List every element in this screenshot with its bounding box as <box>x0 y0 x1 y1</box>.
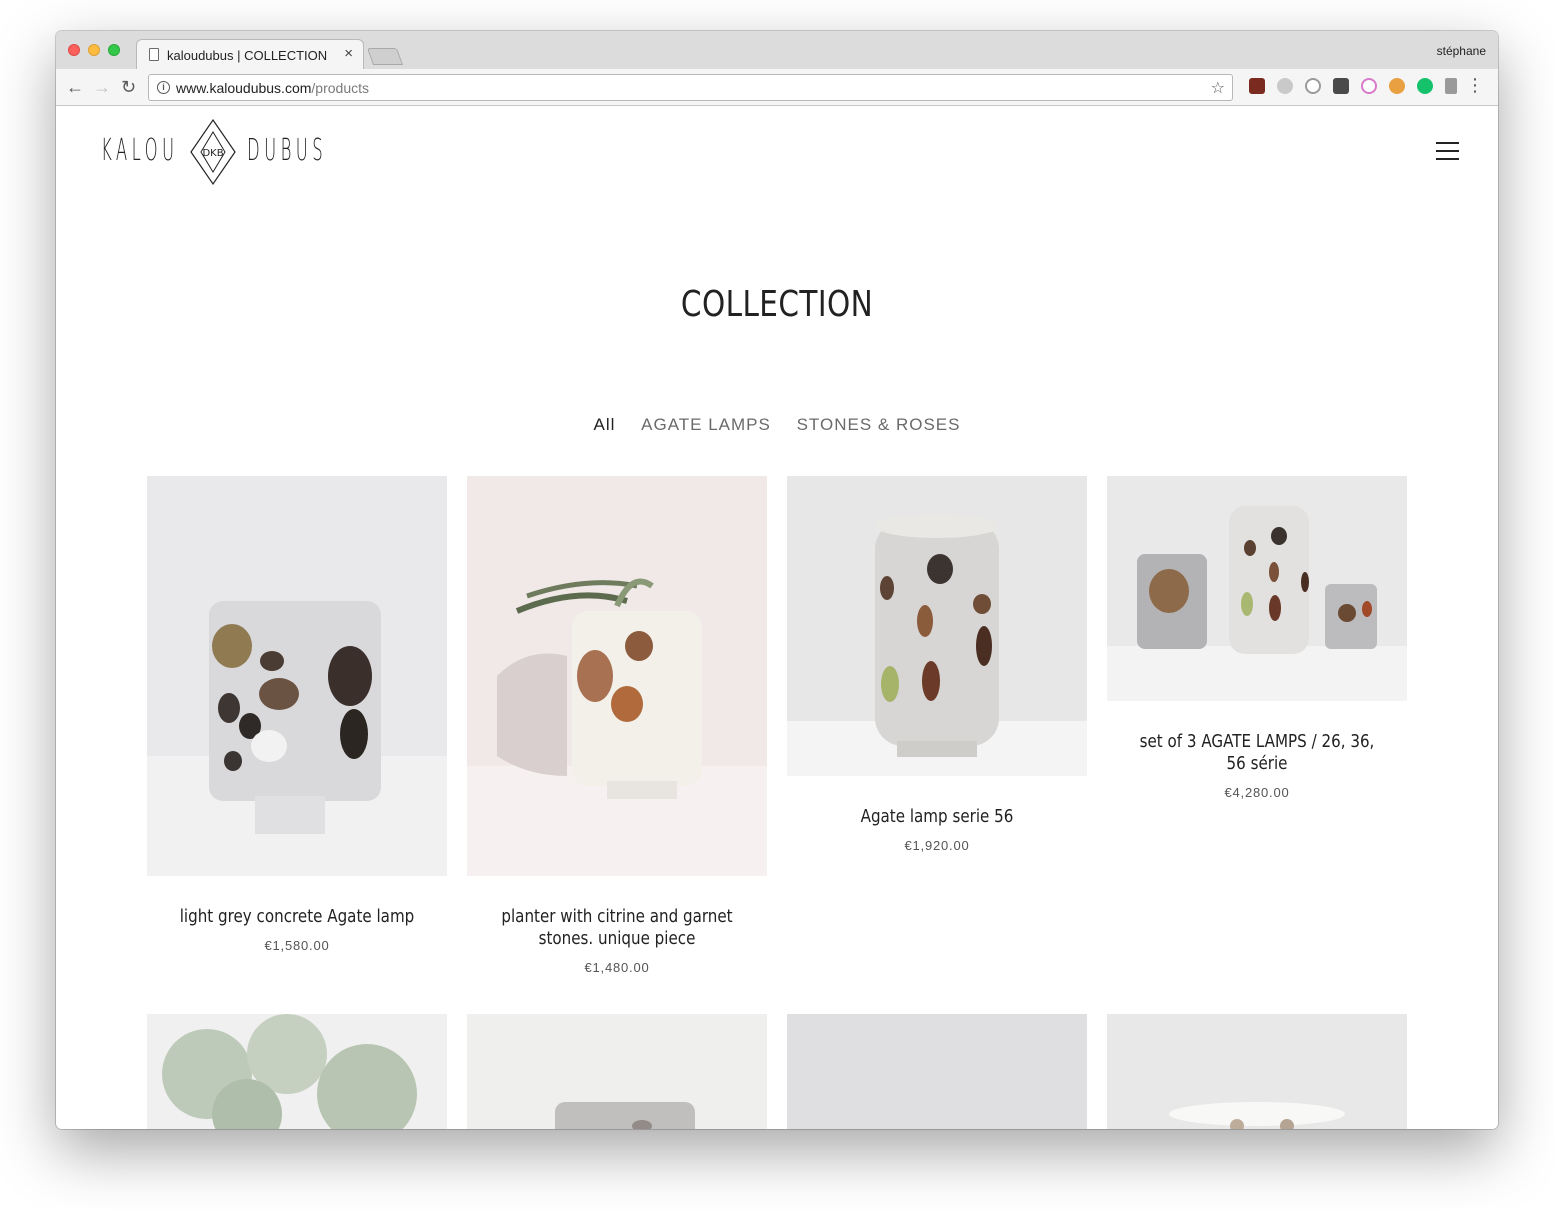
tab-title: kaloudubus | COLLECTION <box>167 48 328 63</box>
product-name[interactable]: set of 3 AGATE LAMPS / 26, 36, 56 série <box>1131 731 1383 775</box>
filter-all[interactable]: All <box>594 415 616 435</box>
new-tab-button[interactable] <box>366 48 404 65</box>
extension-circle-icon[interactable] <box>1305 78 1321 94</box>
product-price: €1,920.00 <box>904 838 970 853</box>
product-image-loading[interactable] <box>1107 1014 1407 1129</box>
logo-text-left: KALOU <box>101 133 179 168</box>
page-title: COLLECTION <box>680 284 874 325</box>
product-price: €1,480.00 <box>584 960 650 975</box>
product-price: €4,280.00 <box>1224 785 1290 800</box>
product-image[interactable] <box>467 476 767 876</box>
extension-d-icon[interactable] <box>1361 78 1377 94</box>
site-logo[interactable]: KALOU DKB DUBUS <box>101 118 325 188</box>
close-window-button[interactable] <box>68 44 80 56</box>
zoom-window-button[interactable] <box>108 44 120 56</box>
product-image[interactable] <box>787 476 1087 776</box>
page-content: KALOU DKB DUBUS COLLECTION All AGATE LAM… <box>56 106 1498 1129</box>
document-icon <box>149 48 159 61</box>
url-path: /products <box>311 80 369 96</box>
url-domain: www.kaloudubus.com <box>176 80 312 96</box>
extension-cloud-icon[interactable] <box>1277 78 1293 94</box>
menu-dots-icon[interactable]: ⋮ <box>1466 75 1484 95</box>
address-bar[interactable]: i www.kaloudubus.com/products ☆ <box>148 74 1233 101</box>
extension-hat-icon[interactable] <box>1249 78 1265 94</box>
extension-palette-icon[interactable] <box>1389 78 1405 94</box>
product-card[interactable]: light grey concrete Agate lamp €1,580.00 <box>147 476 447 956</box>
eyedropper-icon[interactable] <box>1445 78 1457 94</box>
minimize-window-button[interactable] <box>88 44 100 56</box>
product-image-loading[interactable] <box>467 1014 767 1129</box>
logo-diamond-icon: DKB <box>190 118 236 186</box>
product-image[interactable] <box>147 476 447 876</box>
product-name[interactable]: light grey concrete Agate lamp <box>171 906 423 928</box>
category-filters: All AGATE LAMPS STONES & ROSES <box>56 415 1498 435</box>
back-arrow-icon[interactable]: ← <box>66 77 84 97</box>
extension-shield-icon[interactable] <box>1333 78 1349 94</box>
logo-mark: DKB <box>202 148 223 159</box>
info-icon[interactable]: i <box>157 81 170 94</box>
product-price: €1,580.00 <box>264 938 330 953</box>
url-text[interactable]: www.kaloudubus.com/products <box>176 80 369 96</box>
browser-tab[interactable]: kaloudubus | COLLECTION × <box>136 39 364 69</box>
star-icon[interactable]: ☆ <box>1211 78 1225 98</box>
product-image-loading[interactable] <box>787 1014 1087 1129</box>
product-name[interactable]: Agate lamp serie 56 <box>811 806 1063 828</box>
filter-stones-roses[interactable]: STONES & ROSES <box>797 415 961 435</box>
profile-name[interactable]: stéphane <box>1437 44 1486 58</box>
tab-bar: kaloudubus | COLLECTION × stéphane <box>56 31 1498 69</box>
product-image[interactable] <box>1107 476 1407 701</box>
product-card[interactable]: planter with citrine and garnet stones. … <box>467 476 767 981</box>
product-card[interactable]: Agate lamp serie 56 €1,920.00 <box>787 476 1087 856</box>
logo-text-right: DUBUS <box>247 133 328 168</box>
browser-toolbar: ← → ↻ i www.kaloudubus.com/products ☆ ⋮ <box>56 69 1498 106</box>
hamburger-menu-icon[interactable] <box>1436 142 1459 160</box>
filter-agate-lamps[interactable]: AGATE LAMPS <box>641 415 771 435</box>
product-image-loading[interactable] <box>147 1014 447 1129</box>
product-card[interactable]: set of 3 AGATE LAMPS / 26, 36, 56 série … <box>1107 476 1407 806</box>
close-tab-icon[interactable]: × <box>344 46 353 62</box>
browser-window: kaloudubus | COLLECTION × stéphane ← → ↻… <box>56 31 1498 1129</box>
forward-arrow-icon[interactable]: → <box>93 77 111 97</box>
reload-icon[interactable]: ↻ <box>121 77 136 97</box>
product-name[interactable]: planter with citrine and garnet stones. … <box>491 906 743 950</box>
grammarly-icon[interactable] <box>1417 78 1433 94</box>
